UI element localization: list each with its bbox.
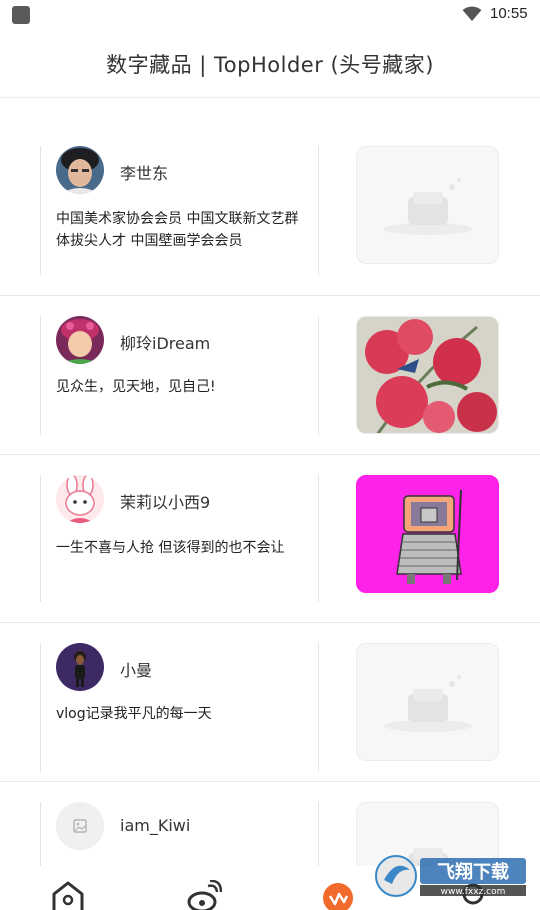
weibo-icon[interactable] [186, 879, 223, 910]
home-icon[interactable] [50, 880, 86, 910]
watermark-logo: 飞翔下载 www.fxxz.com [374, 854, 530, 898]
divider [318, 475, 319, 602]
clock: 10:55 [490, 5, 528, 22]
nft-placeholder-image[interactable] [356, 643, 499, 761]
divider [318, 146, 319, 275]
avatar[interactable] [56, 146, 104, 194]
status-bar: 10:55 [0, 0, 540, 30]
nft-robot-art-image[interactable] [356, 475, 499, 593]
svg-text:飞翔下载: 飞翔下载 [437, 861, 509, 883]
brand-icon[interactable] [320, 880, 356, 910]
holder-card[interactable]: 李世东 中国美术家协会会员 中国文联新文艺群体拔尖人才 中国壁画学会会员 [0, 126, 540, 296]
avatar[interactable] [56, 316, 104, 364]
holder-bio: 见众生，见天地，见自己! [56, 379, 216, 395]
holder-name[interactable]: 小曼 [120, 657, 152, 681]
avatar[interactable] [56, 643, 104, 691]
avatar[interactable] [56, 475, 104, 523]
svg-text:www.fxxz.com: www.fxxz.com [441, 887, 506, 897]
holder-name[interactable]: 茉莉以小西9 [120, 489, 210, 513]
holder-card[interactable]: 小曼 vlog记录我平凡的每一天 [0, 623, 540, 782]
holder-card[interactable]: 柳玲iDream 见众生，见天地，见自己! [0, 296, 540, 455]
divider [318, 802, 319, 866]
holder-bio: vlog记录我平凡的每一天 [56, 706, 212, 722]
nft-placeholder-image[interactable] [356, 146, 499, 264]
divider [318, 643, 319, 772]
divider [40, 316, 41, 435]
notification-app-icon [12, 6, 30, 24]
holder-name[interactable]: 柳玲iDream [120, 330, 210, 354]
wifi-icon [462, 6, 482, 21]
divider [40, 146, 41, 275]
divider [40, 643, 41, 772]
divider [318, 316, 319, 435]
divider [40, 802, 41, 866]
holder-name[interactable]: 李世东 [120, 160, 168, 184]
holder-list[interactable]: 李世东 中国美术家协会会员 中国文联新文艺群体拔尖人才 中国壁画学会会员 柳玲i… [0, 98, 540, 866]
app-header: 数字藏品 | TopHolder (头号藏家) [0, 30, 540, 98]
holder-name[interactable]: iam_Kiwi [120, 816, 190, 835]
holder-card[interactable]: 茉莉以小西9 一生不喜与人抢 但该得到的也不会让 [0, 455, 540, 623]
avatar[interactable] [56, 802, 104, 850]
page-title: 数字藏品 | TopHolder (头号藏家) [106, 52, 434, 77]
divider [40, 475, 41, 602]
holder-bio: 中国美术家协会会员 中国文联新文艺群体拔尖人才 中国壁画学会会员 [56, 211, 299, 249]
holder-bio: 一生不喜与人抢 但该得到的也不会让 [56, 540, 285, 556]
nft-flower-painting-image[interactable] [356, 316, 499, 434]
